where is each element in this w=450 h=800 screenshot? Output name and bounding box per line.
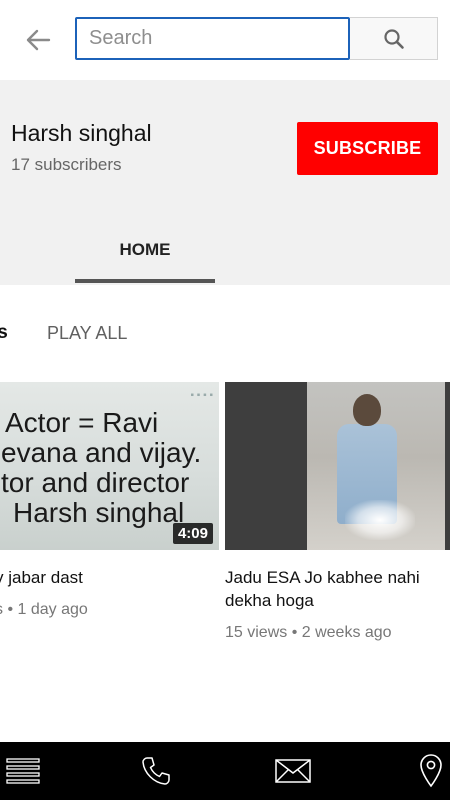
video-card[interactable]: Jadu ESA Jo kabhee nahi dekha hoga 15 vi… (225, 382, 450, 642)
thumbnail-text: Actor = Ravi evana and vijay. tor and di… (1, 407, 202, 528)
tab-home-label: HOME (119, 240, 171, 259)
video-title[interactable]: y jabar dast (0, 566, 219, 589)
channel-header: Harsh singhal 17 subscribers SUBSCRIBE H… (0, 80, 450, 285)
tab-active-indicator (75, 279, 215, 283)
tab-home[interactable]: HOME (75, 230, 215, 285)
phone-button[interactable] (136, 742, 176, 800)
thumbnail-light (345, 500, 415, 540)
subscribe-button[interactable]: SUBSCRIBE (297, 122, 438, 175)
video-meta: 15 views • 2 weeks ago (225, 624, 392, 641)
search-button[interactable] (350, 17, 438, 60)
menu-button[interactable] (4, 742, 42, 800)
location-pin-icon (420, 754, 442, 788)
thumbnail-person-head (353, 394, 381, 426)
play-all-button[interactable]: PLAY ALL (47, 323, 127, 344)
video-duration: 4:09 (172, 523, 213, 544)
search-input[interactable] (75, 17, 350, 60)
subscriber-count: 17 subscribers (11, 155, 122, 174)
phone-icon (142, 757, 170, 785)
location-button[interactable] (416, 742, 446, 800)
arrow-left-icon (26, 29, 51, 51)
video-title[interactable]: Jadu ESA Jo kabhee nahi dekha hoga (225, 566, 450, 612)
back-button[interactable] (22, 22, 54, 58)
section-title: ls (0, 322, 8, 343)
video-thumbnail[interactable]: ▪ ▪ ▪ ▪ Actor = Ravi evana and vijay. to… (0, 382, 219, 550)
channel-name: Harsh singhal (11, 120, 152, 146)
menu-icon (6, 758, 40, 784)
mail-icon (275, 759, 311, 783)
video-card[interactable]: ▪ ▪ ▪ ▪ Actor = Ravi evana and vijay. to… (0, 382, 219, 619)
search-bar (0, 0, 450, 80)
search-icon (383, 28, 404, 49)
watermark-logo: ▪ ▪ ▪ ▪ (190, 390, 213, 401)
video-meta: s • 1 day ago (0, 601, 88, 618)
mail-button[interactable] (272, 742, 314, 800)
video-thumbnail[interactable] (225, 382, 450, 550)
bottom-navigation (0, 742, 450, 800)
